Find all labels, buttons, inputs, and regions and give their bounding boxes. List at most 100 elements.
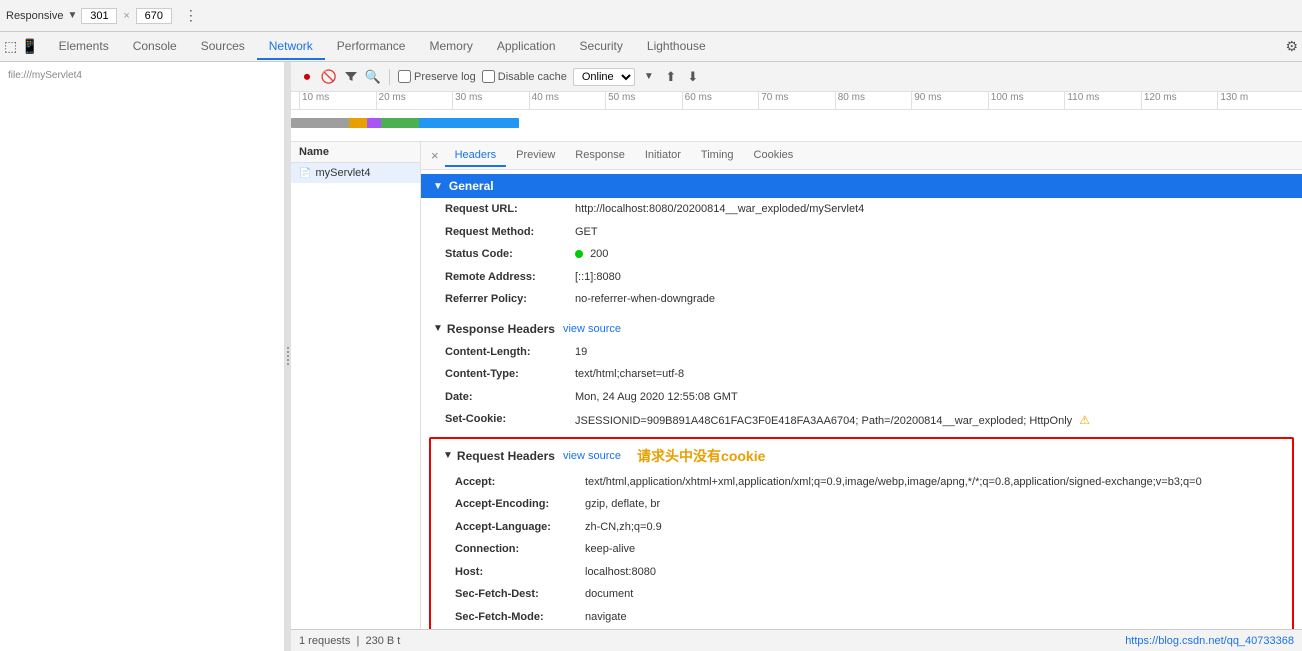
filter-icon[interactable] <box>343 69 359 85</box>
ruler-mark-70ms: 70 ms <box>758 92 835 109</box>
detail-tab-cookies[interactable]: Cookies <box>744 145 804 167</box>
host-key: Host: <box>455 564 585 581</box>
request-connection: Connection: keep-alive <box>431 538 1292 561</box>
response-set-cookie: Set-Cookie: JSESSIONID=909B891A48C61FAC3… <box>421 408 1302 433</box>
settings-icon[interactable]: ⚙ <box>1285 38 1298 55</box>
general-referrer-policy: Referrer Policy: no-referrer-when-downgr… <box>421 288 1302 311</box>
accept-encoding-value: gzip, deflate, br <box>585 496 660 513</box>
dropdown-icon: ▼ <box>67 10 77 21</box>
response-headers-view-source[interactable]: view source <box>563 323 621 335</box>
request-host: Host: localhost:8080 <box>431 561 1292 584</box>
remote-address-key: Remote Address: <box>445 269 575 286</box>
import-icon[interactable]: ⬆ <box>663 69 679 85</box>
ruler-mark-130ms: 130 m <box>1217 92 1294 109</box>
warning-icon: ⚠ <box>1079 413 1090 427</box>
devtools-top-bar: Responsive ▼ 301 × 670 ⋮ <box>0 0 1302 32</box>
sec-fetch-mode-key: Sec-Fetch-Mode: <box>455 609 585 626</box>
device-icon[interactable]: 📱 <box>21 38 38 55</box>
file-list-header: Name <box>291 142 420 163</box>
accept-language-value: zh-CN,zh;q=0.9 <box>585 519 662 536</box>
status-code-value: 200 <box>575 246 608 263</box>
general-request-method: Request Method: GET <box>421 221 1302 244</box>
detail-content: ▼ General Request URL: http://localhost:… <box>421 170 1302 629</box>
clear-button[interactable]: 🚫 <box>321 69 337 85</box>
search-icon[interactable]: 🔍 <box>365 69 381 85</box>
file-list: Name 📄 myServlet4 <box>291 142 421 629</box>
sec-fetch-dest-key: Sec-Fetch-Dest: <box>455 586 585 603</box>
preview-page-title: file:///myServlet4 <box>8 70 82 81</box>
tab-performance[interactable]: Performance <box>325 34 418 60</box>
general-request-url: Request URL: http://localhost:8080/20200… <box>421 198 1302 221</box>
host-value: localhost:8080 <box>585 564 656 581</box>
request-sec-fetch-mode: Sec-Fetch-Mode: navigate <box>431 606 1292 629</box>
tab-security[interactable]: Security <box>568 34 635 60</box>
tab-memory[interactable]: Memory <box>417 34 484 60</box>
response-headers-arrow: ▼ <box>433 323 443 334</box>
ruler-mark-50ms: 50 ms <box>605 92 682 109</box>
more-options-icon[interactable]: ⋮ <box>184 7 198 24</box>
request-headers-view-source[interactable]: view source <box>563 450 621 462</box>
throttle-select[interactable]: Online <box>573 68 635 86</box>
height-input[interactable]: 670 <box>136 8 172 24</box>
set-cookie-value: JSESSIONID=909B891A48C61FAC3F0E418FA3AA6… <box>575 411 1090 430</box>
preserve-log-checkbox[interactable]: Preserve log <box>398 70 476 83</box>
request-method-value: GET <box>575 224 598 241</box>
record-button[interactable]: ⏺ <box>299 69 315 85</box>
date-key: Date: <box>445 389 575 406</box>
request-url-key: Request URL: <box>445 201 575 218</box>
status-requests: 1 requests | 230 B t <box>299 635 400 647</box>
tab-console[interactable]: Console <box>121 34 189 60</box>
waterfall-connect <box>349 118 369 128</box>
tab-sources[interactable]: Sources <box>189 34 257 60</box>
sec-fetch-dest-value: document <box>585 586 633 603</box>
main-layout: file:///myServlet4 ⏺ 🚫 🔍 Preserve log Di… <box>0 62 1302 651</box>
accept-encoding-key: Accept-Encoding: <box>455 496 585 513</box>
tab-application[interactable]: Application <box>485 34 568 60</box>
timeline-ruler: 10 ms 20 ms 30 ms 40 ms 50 ms 60 ms 70 m… <box>291 92 1302 110</box>
response-content-type: Content-Type: text/html;charset=utf-8 <box>421 363 1302 386</box>
network-toolbar: ⏺ 🚫 🔍 Preserve log Disable cache Online … <box>291 62 1302 92</box>
response-headers-header[interactable]: ▼ Response Headers view source <box>421 317 1302 341</box>
set-cookie-key: Set-Cookie: <box>445 411 575 430</box>
waterfall-ttfb <box>419 118 519 128</box>
width-input[interactable]: 301 <box>81 8 117 24</box>
content-length-key: Content-Length: <box>445 344 575 361</box>
annotation-text: 请求头中没有cookie <box>637 446 765 466</box>
remote-address-value: [::1]:8080 <box>575 269 621 286</box>
responsive-selector[interactable]: Responsive ▼ 301 × 670 ⋮ <box>6 7 198 24</box>
request-headers-title: Request Headers <box>457 449 555 463</box>
request-headers-inner: ▼ Request Headers view source 请求头中没有cook… <box>431 439 1292 630</box>
tab-network[interactable]: Network <box>257 34 325 60</box>
resize-dots <box>287 347 289 367</box>
detail-tab-headers[interactable]: Headers <box>445 145 507 167</box>
disable-cache-checkbox[interactable]: Disable cache <box>482 70 567 83</box>
general-section-header[interactable]: ▼ General <box>421 174 1302 198</box>
accept-key: Accept: <box>455 474 585 491</box>
responsive-label: Responsive <box>6 10 63 22</box>
ruler-mark-60ms: 60 ms <box>682 92 759 109</box>
detail-tab-preview[interactable]: Preview <box>506 145 565 167</box>
response-content-length: Content-Length: 19 <box>421 341 1302 364</box>
tab-lighthouse[interactable]: Lighthouse <box>635 34 718 60</box>
export-icon[interactable]: ⬇ <box>685 69 701 85</box>
referrer-policy-key: Referrer Policy: <box>445 291 575 308</box>
detail-tab-initiator[interactable]: Initiator <box>635 145 691 167</box>
sec-fetch-mode-value: navigate <box>585 609 627 626</box>
cursor-icon[interactable]: ⬚ <box>4 38 17 55</box>
detail-panel: × Headers Preview Response Initiator Tim… <box>421 142 1302 629</box>
request-sec-fetch-dest: Sec-Fetch-Dest: document <box>431 583 1292 606</box>
request-headers-header[interactable]: ▼ Request Headers view source 请求头中没有cook… <box>431 441 1292 471</box>
tab-elements[interactable]: Elements <box>47 34 121 60</box>
response-headers-title: Response Headers <box>447 322 555 336</box>
detail-tab-response[interactable]: Response <box>565 145 635 167</box>
detail-close-button[interactable]: × <box>425 144 445 167</box>
waterfall-ssl <box>367 118 382 128</box>
ruler-mark-120ms: 120 ms <box>1141 92 1218 109</box>
file-item-myservlet4[interactable]: 📄 myServlet4 <box>291 163 420 183</box>
waterfall-dns <box>291 118 351 128</box>
detail-tab-timing[interactable]: Timing <box>691 145 744 167</box>
preview-content: file:///myServlet4 <box>0 62 284 651</box>
accept-value: text/html,application/xhtml+xml,applicat… <box>585 474 1202 491</box>
throttle-dropdown-icon[interactable]: ▼ <box>641 69 657 85</box>
date-value: Mon, 24 Aug 2020 12:55:08 GMT <box>575 389 738 406</box>
